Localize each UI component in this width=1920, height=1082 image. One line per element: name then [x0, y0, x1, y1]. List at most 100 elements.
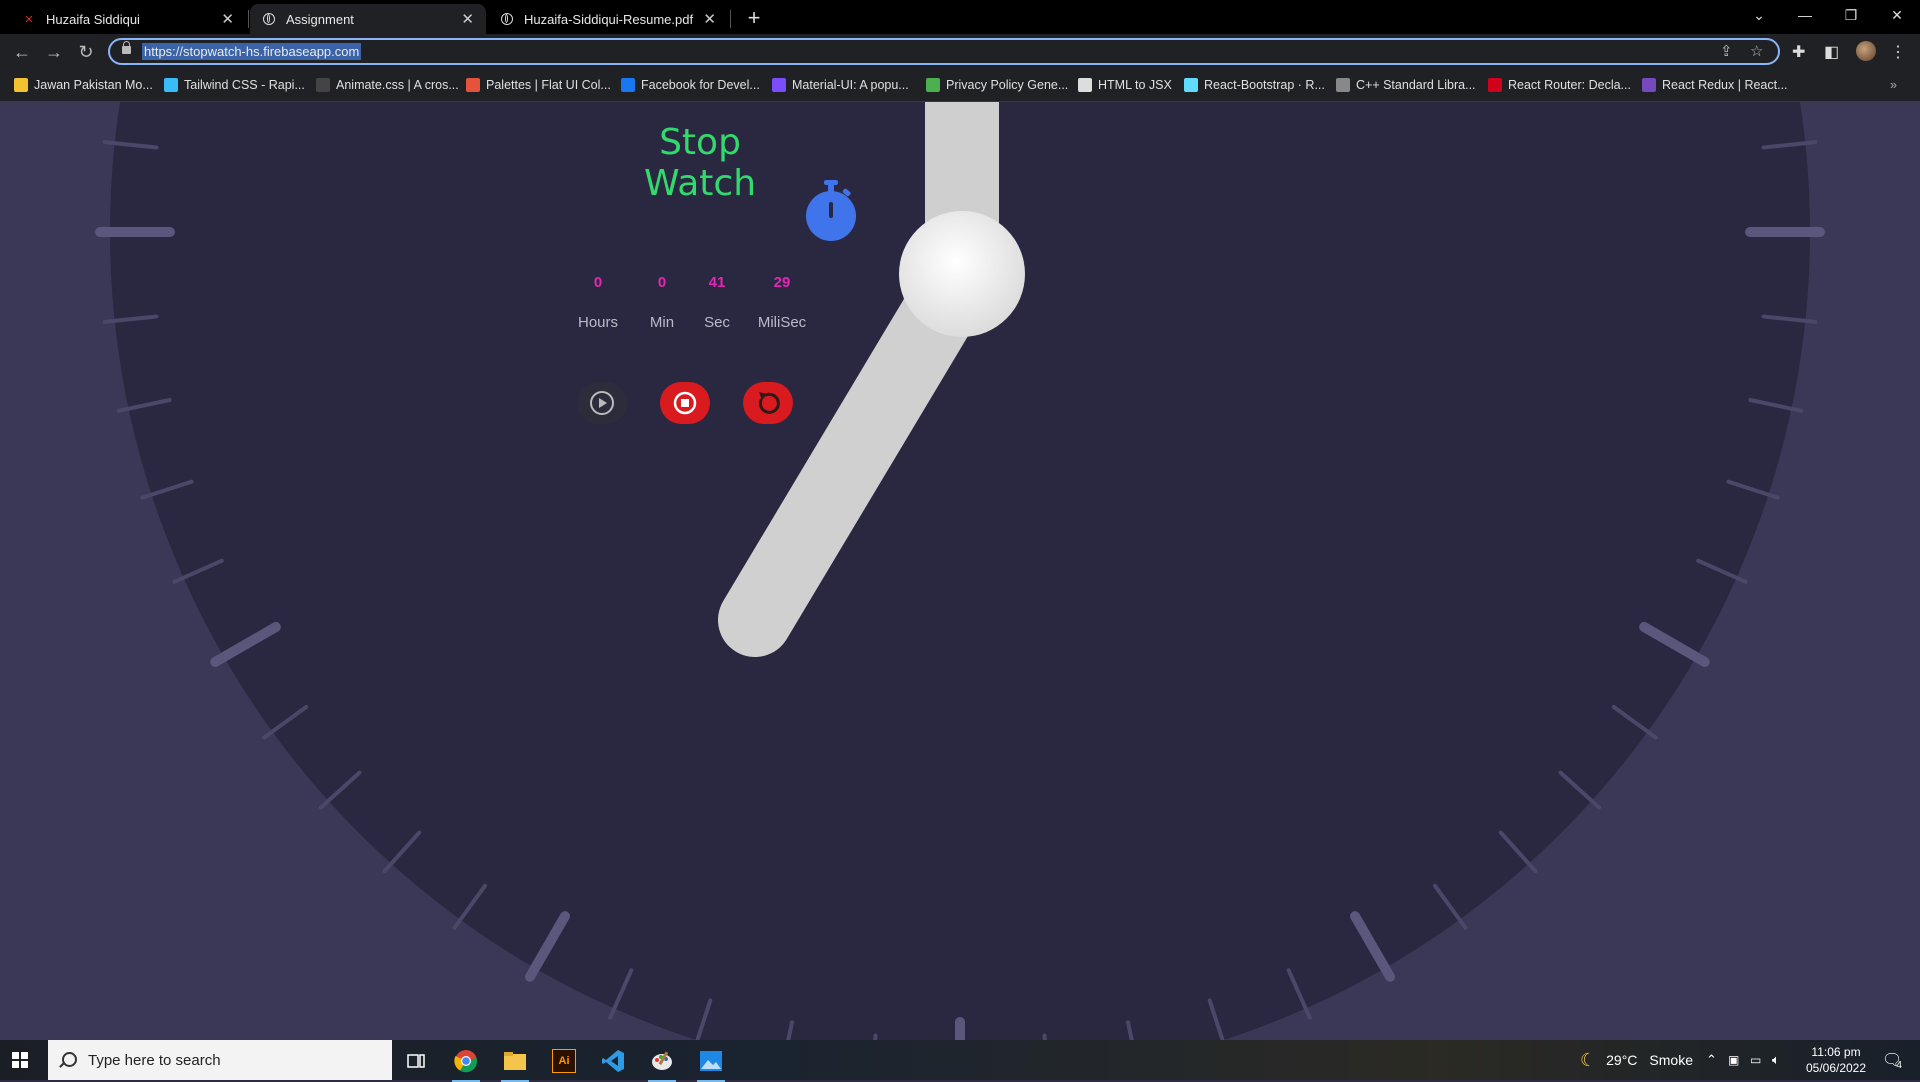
search-icon [62, 1052, 77, 1067]
site-favicon-icon: ✕ [24, 13, 34, 26]
close-tab-icon[interactable]: ✕ [703, 10, 716, 28]
url-text[interactable]: https://stopwatch-hs.firebaseapp.com [142, 43, 362, 60]
dial-tick [1611, 704, 1658, 740]
dial-tick [1350, 911, 1395, 982]
minimize-button[interactable]: — [1782, 0, 1828, 30]
bookmark-favicon-icon [1184, 78, 1198, 92]
side-panel-icon[interactable]: ◧ [1824, 42, 1839, 62]
bookmark-item[interactable]: Privacy Policy Gene... [926, 78, 1068, 92]
new-tab-button[interactable]: + [740, 4, 768, 32]
tab-assignment[interactable]: Assignment ✕ [250, 4, 486, 34]
network-icon[interactable]: ▭ [1750, 1040, 1761, 1080]
forward-arrow-icon[interactable]: → [40, 38, 68, 66]
notifications-icon[interactable]: 🗨︎ 4 [1882, 1040, 1902, 1080]
notification-count: 4 [1896, 1059, 1902, 1071]
dial-tick [1498, 830, 1538, 874]
back-arrow-icon[interactable]: ← [8, 38, 36, 66]
weather-condition: Smoke [1649, 1052, 1693, 1068]
clock-date: 05/06/2022 [1805, 1061, 1867, 1075]
vscode-app-icon[interactable] [593, 1044, 633, 1078]
profile-avatar[interactable] [1856, 41, 1876, 61]
bookmark-item[interactable]: Material-UI: A popu... [772, 78, 909, 92]
task-view-icon[interactable] [396, 1044, 436, 1078]
file-explorer-icon[interactable] [495, 1044, 535, 1082]
bookmark-item[interactable]: React Redux | React... [1642, 78, 1788, 92]
tab-resume-pdf[interactable]: Huzaifa-Siddiqui-Resume.pdf ✕ [488, 4, 728, 34]
bookmark-star-icon[interactable]: ☆ [1750, 42, 1763, 60]
close-tab-icon[interactable]: ✕ [221, 10, 234, 28]
stop-icon [673, 391, 697, 415]
bookmark-favicon-icon [772, 78, 786, 92]
dial-tick [140, 479, 194, 500]
reload-icon[interactable]: ↻ [72, 38, 100, 66]
illustrator-app-icon[interactable]: Ai [544, 1044, 584, 1078]
dial-tick [1125, 1020, 1134, 1040]
dial-tick [382, 830, 422, 874]
dial-tick [262, 704, 309, 740]
bookmark-item[interactable]: Tailwind CSS - Rapi... [164, 78, 305, 92]
bookmark-favicon-icon [1336, 78, 1350, 92]
tab-label: Huzaifa Siddiqui [46, 11, 140, 27]
photos-app-icon[interactable] [691, 1044, 731, 1082]
bookmark-item[interactable]: HTML to JSX [1078, 78, 1172, 92]
close-window-button[interactable]: ✕ [1874, 0, 1920, 30]
bookmark-favicon-icon [1642, 78, 1656, 92]
dial-tick [318, 770, 362, 810]
play-icon [590, 391, 614, 415]
bookmark-favicon-icon [621, 78, 635, 92]
volume-icon[interactable]: 🔈︎ [1772, 1040, 1780, 1080]
tab-strip: ✕ Huzaifa Siddiqui ✕ Assignment ✕ Huzaif… [0, 0, 1920, 34]
bookmark-favicon-icon [1488, 78, 1502, 92]
tab-divider [248, 10, 249, 28]
milliseconds-value: 29 [773, 274, 791, 291]
tray-chevron-icon[interactable]: ⌃ [1706, 1040, 1717, 1080]
tab-huzaifa-siddiqui[interactable]: ✕ Huzaifa Siddiqui ✕ [10, 4, 246, 34]
dial-tick [1748, 397, 1804, 413]
bookmark-item[interactable]: Facebook for Devel... [621, 78, 760, 92]
stop-button[interactable] [660, 382, 710, 424]
system-clock[interactable]: 11:06 pm 05/06/2022 [1796, 1044, 1876, 1076]
moon-icon: ☾ [1580, 1049, 1597, 1070]
address-bar[interactable]: https://stopwatch-hs.firebaseapp.com ⇪ ☆ [108, 38, 1780, 65]
page-title: Stop Watch [643, 122, 757, 204]
restore-button[interactable]: ❐ [1828, 0, 1874, 30]
bookmark-favicon-icon [1078, 78, 1092, 92]
close-tab-icon[interactable]: ✕ [461, 10, 474, 28]
paint-app-icon[interactable] [642, 1044, 682, 1082]
minutes-value: 0 [657, 274, 667, 291]
more-bookmarks-icon[interactable]: » [1890, 78, 1897, 92]
bookmark-item[interactable]: React-Bootstrap · R... [1184, 78, 1325, 92]
clock-tick-marks [95, 140, 1825, 1040]
search-placeholder: Type here to search [88, 1051, 221, 1069]
dial-tick [116, 397, 172, 413]
bookmark-item[interactable]: Animate.css | A cros... [316, 78, 459, 92]
windows-start-icon[interactable] [12, 1052, 28, 1068]
tab-search-icon[interactable]: ⌄ [1736, 0, 1782, 30]
dial-tick [1207, 998, 1225, 1040]
meet-now-icon[interactable]: ▣ [1728, 1040, 1739, 1080]
bookmark-item[interactable]: C++ Standard Libra... [1336, 78, 1476, 92]
stopwatch-icon [806, 180, 856, 241]
browser-toolbar: ← → ↻ https://stopwatch-hs.firebaseapp.c… [0, 34, 1920, 70]
weather-widget[interactable]: ☾ 29°C Smoke [1580, 1040, 1693, 1080]
dial-tick [1696, 558, 1748, 584]
bookmark-item[interactable]: Palettes | Flat UI Col... [466, 78, 611, 92]
taskbar-search-box[interactable]: Type here to search [48, 1040, 392, 1080]
bookmarks-bar: Jawan Pakistan Mo... Tailwind CSS - Rapi… [0, 70, 1920, 102]
dial-tick [1558, 770, 1602, 810]
chrome-app-icon[interactable] [446, 1044, 486, 1082]
reset-button[interactable] [743, 382, 793, 424]
lock-icon [122, 41, 131, 54]
globe-icon [262, 12, 276, 26]
bookmark-item[interactable]: React Router: Decla... [1488, 78, 1631, 92]
menu-kebab-icon[interactable]: ⋮ [1890, 42, 1906, 62]
hours-value: 0 [593, 274, 603, 291]
bookmark-item[interactable]: Jawan Pakistan Mo... [14, 78, 153, 92]
milliseconds-label: MiliSec [757, 314, 807, 331]
dial-tick [608, 968, 634, 1020]
play-button[interactable] [577, 382, 627, 424]
reset-icon [758, 392, 780, 414]
share-icon[interactable]: ⇪ [1720, 42, 1733, 60]
windows-taskbar: Type here to search Ai ☾ 29°C Smoke ⌃ ▣ … [0, 1040, 1920, 1082]
extensions-puzzle-icon[interactable]: ✚ [1792, 42, 1805, 62]
